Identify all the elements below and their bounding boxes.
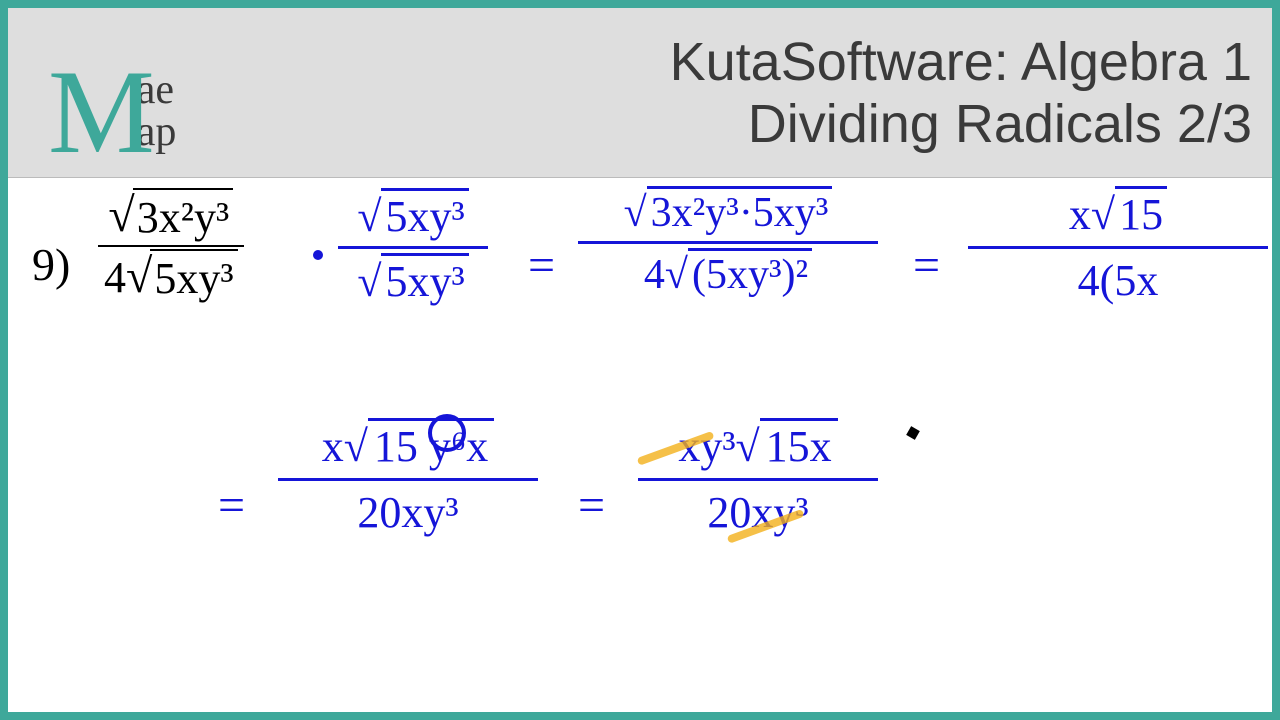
row2b-fraction: xy³√15x 20xy³ (638, 418, 878, 538)
step2-num: 3x²y³·5xy³ (647, 186, 833, 237)
row2a-fraction: x√15 y⁶x 20xy³ (278, 418, 538, 538)
title-block: KutaSoftware: Algebra 1 Dividing Radical… (670, 31, 1252, 155)
printed-denominator: 4 √ 5xy³ (98, 249, 244, 304)
equals-2: = (913, 238, 940, 293)
logo: M ae ap (48, 23, 176, 163)
printed-den-coef: 4 (104, 253, 126, 302)
row2a-num-x: x (322, 422, 344, 471)
whiteboard: 9) √ 3x²y³ 4 √ 5xy³ √5xy³ √5xy³ = (8, 178, 1272, 712)
printed-numerator: √ 3x²y³ (102, 188, 239, 243)
mult-den: 5xy³ (381, 253, 468, 307)
problem-number: 9) (32, 238, 70, 291)
equals-1: = (528, 238, 555, 293)
step3-num-rad: 15 (1115, 186, 1167, 240)
header-bar: M ae ap KutaSoftware: Algebra 1 Dividing… (8, 8, 1272, 178)
row2-equals-2: = (578, 478, 605, 533)
step3-den: 4(5x (1078, 256, 1159, 305)
printed-problem: √ 3x²y³ 4 √ 5xy³ (98, 188, 244, 304)
circle-annotation (428, 414, 466, 452)
row2-equals-1: = (218, 478, 245, 533)
pen-cursor (906, 426, 920, 440)
title-line-1: KutaSoftware: Algebra 1 (670, 31, 1252, 93)
title-line-2: Dividing Radicals 2/3 (670, 93, 1252, 155)
mult-num: 5xy³ (381, 188, 468, 242)
printed-frac-bar (98, 245, 244, 247)
step2-den-rad: (5xy³)² (688, 248, 812, 299)
printed-den-radicand: 5xy³ (150, 249, 237, 304)
row2b-num-rad: 15x (760, 418, 838, 472)
logo-big-letter: M (48, 61, 155, 163)
multiply-dot (313, 250, 323, 260)
rationalizer-fraction: √5xy³ √5xy³ (338, 188, 488, 307)
step2-fraction: √3x²y³·5xy³ 4√(5xy³)² (578, 186, 878, 299)
row2a-den: 20xy³ (278, 487, 538, 538)
step3-num-x: x (1069, 190, 1091, 239)
step3-fraction: x√15 4(5x (968, 186, 1268, 306)
printed-num-radicand: 3x²y³ (133, 188, 233, 243)
step2-den-coef: 4 (644, 252, 665, 298)
